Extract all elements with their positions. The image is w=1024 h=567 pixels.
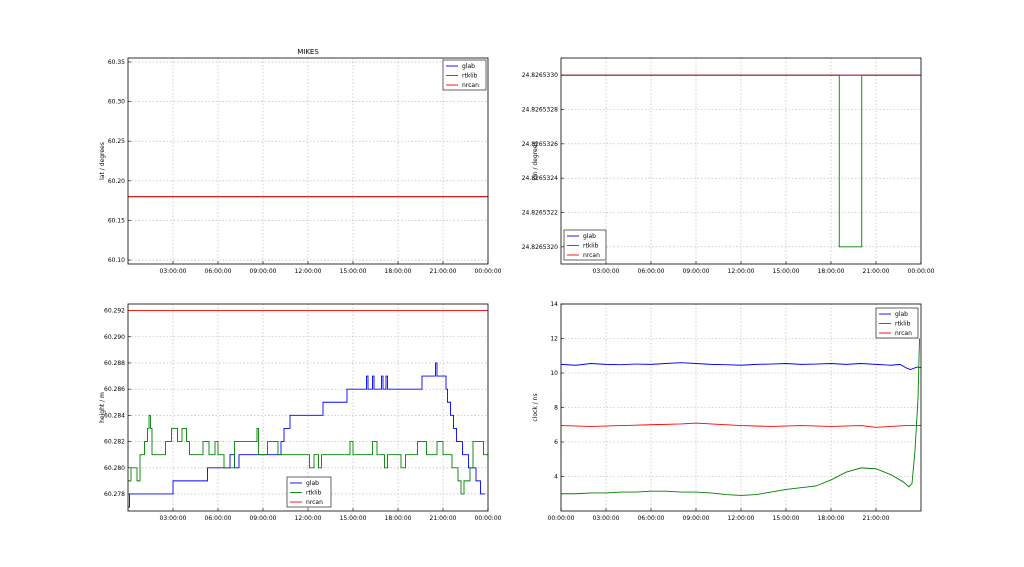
chart-title: MIKES (297, 48, 319, 56)
y-tick-label: 60.20 (108, 178, 125, 185)
x-tick-label: 12:00:00 (728, 515, 755, 522)
figure: 03:00:00 06:00:00 09:00:00 12:00:00 15:00:00… (99, 48, 935, 522)
x-tick-label: 06:00:00 (205, 515, 232, 522)
y-tick-label: 6 (554, 439, 558, 446)
x-tick-label: 12:00:00 (295, 515, 322, 522)
x-tick-label: 03:00:00 (160, 515, 187, 522)
x-tick-label: 06:00:00 (638, 515, 665, 522)
x-tick-label: 18:00:00 (385, 515, 412, 522)
y-tick-label: 60.284 (104, 412, 125, 419)
y-tick-label: 60.35 (108, 59, 125, 66)
x-tick-label: 00:00:00 (475, 268, 502, 275)
x-tick-label: 06:00:00 (638, 268, 665, 275)
y-axis-label: lon / degrees (532, 141, 539, 180)
y-tick-label: 12 (550, 336, 558, 343)
x-tick-label: 09:00:00 (683, 268, 710, 275)
x-tick-label: 03:00:00 (593, 268, 620, 275)
x-tick-label: 03:00:00 (160, 268, 187, 275)
legend-label-glab: glab (462, 63, 475, 70)
x-tick-label: 00:00:00 (475, 515, 502, 522)
y-tick-label: 24.8265322 (522, 210, 558, 217)
y-axis-label: clock / ns (532, 393, 539, 421)
y-tick-label: 8 (554, 405, 558, 412)
y-tick-label: 24.8265320 (522, 244, 558, 251)
x-tick-label: 15:00:00 (773, 515, 800, 522)
y-tick-label: 60.15 (108, 217, 125, 224)
x-tick-label: 03:00:00 (593, 515, 620, 522)
x-tick-label: 21:00:00 (430, 268, 457, 275)
y-tick-label: 24.8265330 (522, 72, 558, 79)
legend-label-rtklib: rtklib (895, 321, 911, 328)
x-tick-label: 18:00:00 (818, 515, 845, 522)
legend-label-nrcan: nrcan (583, 252, 600, 259)
legend-label-glab: glab (583, 233, 596, 240)
x-tick-label: 00:00:00 (548, 515, 575, 522)
subplot-clock: 00:00:00 03:00:00 06:00:00 09:00:00 12:00:00… (532, 301, 922, 522)
x-tick-label: 09:00:00 (250, 268, 277, 275)
x-tick-label: 06:00:00 (205, 268, 232, 275)
y-tick-label: 60.30 (108, 99, 125, 106)
legend-label-nrcan: nrcan (895, 330, 912, 337)
x-tick-label: 09:00:00 (250, 515, 277, 522)
y-tick-label: 60.25 (108, 138, 125, 145)
legend-label-nrcan: nrcan (306, 499, 323, 506)
y-axis-label: lat / degrees (99, 142, 106, 180)
x-tick-label: 21:00:00 (430, 515, 457, 522)
legend-label-rtklib: rtklib (583, 243, 599, 250)
legend-label-glab: glab (895, 311, 908, 318)
legend: glab rtklib nrcan (286, 476, 332, 508)
x-tick-label: 18:00:00 (385, 268, 412, 275)
legend: glab rtklib nrcan (875, 307, 919, 339)
y-tick-label: 60.280 (104, 465, 125, 472)
x-tick-label: 15:00:00 (773, 268, 800, 275)
x-tick-label: 12:00:00 (295, 268, 322, 275)
legend-label-nrcan: nrcan (462, 82, 479, 89)
y-tick-label: 60.282 (104, 439, 125, 446)
y-tick-label: 24.8265324 (522, 175, 558, 182)
y-tick-label: 60.290 (104, 334, 125, 341)
y-tick-label: 60.292 (104, 308, 125, 315)
subplot-height: 03:00:00 06:00:00 09:00:00 12:00:00 15:00:00… (99, 303, 502, 522)
y-tick-label: 60.278 (104, 491, 125, 498)
y-tick-label: 10 (550, 370, 558, 377)
x-tick-label: 09:00:00 (683, 515, 710, 522)
x-tick-label: 00:00:00 (908, 268, 935, 275)
y-tick-label: 60.10 (108, 257, 125, 264)
legend-label-glab: glab (306, 480, 319, 487)
legend: glab rtklib nrcan (563, 229, 607, 261)
y-tick-label: 60.288 (104, 360, 125, 367)
x-tick-label: 15:00:00 (340, 268, 367, 275)
y-tick-label: 24.8265326 (522, 141, 558, 148)
y-tick-label: 24.8265328 (522, 107, 558, 114)
y-tick-label: 60.286 (104, 386, 125, 393)
subplot-longitude: 03:00:00 06:00:00 09:00:00 12:00:00 15:00:00… (522, 57, 935, 275)
legend-label-rtklib: rtklib (462, 73, 478, 80)
subplot-latitude: 03:00:00 06:00:00 09:00:00 12:00:00 15:00:00… (99, 48, 502, 275)
x-tick-label: 15:00:00 (340, 515, 367, 522)
x-tick-label: 12:00:00 (728, 268, 755, 275)
x-tick-label: 21:00:00 (863, 515, 890, 522)
y-axis-label: height / m (99, 392, 106, 423)
x-tick-label: 18:00:00 (818, 268, 845, 275)
y-tick-label: 4 (554, 474, 558, 481)
y-tick-label: 14 (550, 301, 558, 308)
x-tick-label: 21:00:00 (863, 268, 890, 275)
legend: glab rtklib nrcan (442, 59, 487, 91)
legend-label-rtklib: rtklib (306, 490, 322, 497)
